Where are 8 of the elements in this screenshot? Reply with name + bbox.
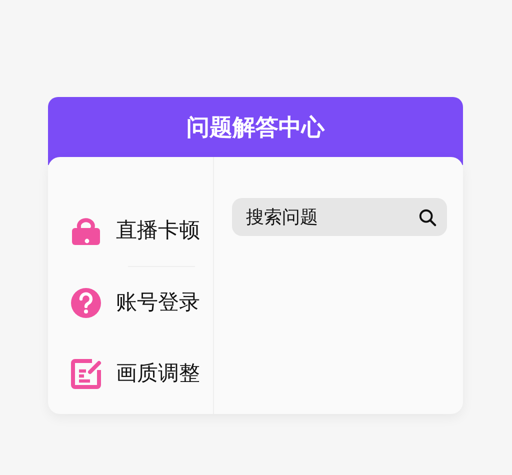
search-icon — [418, 208, 437, 226]
topic-link[interactable]: 画质调整 — [116, 358, 200, 390]
question-icon — [70, 286, 102, 318]
search-field[interactable]: 搜索问题 — [232, 198, 447, 236]
edit-icon — [70, 358, 102, 390]
topic-link[interactable]: 账号登录 — [116, 286, 200, 318]
header-title: 问题解答中心 — [186, 115, 324, 141]
topic-link[interactable]: 直播卡顿 — [116, 214, 200, 246]
